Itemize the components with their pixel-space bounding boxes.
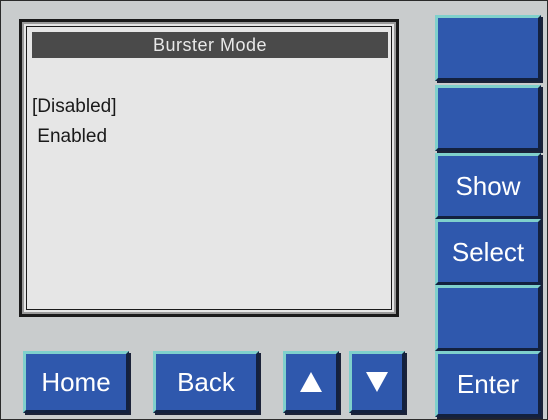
enter-button[interactable]: Enter — [435, 351, 541, 417]
up-button[interactable] — [283, 351, 339, 413]
lcd-screen: Burster Mode [Disabled] Enabled — [19, 19, 399, 317]
menu-option-enabled[interactable]: Enabled — [32, 126, 107, 148]
home-button-label: Home — [41, 366, 111, 397]
select-button-label: Select — [451, 236, 525, 267]
up-arrow-icon — [300, 372, 322, 392]
soft-key-2[interactable] — [435, 85, 541, 151]
back-button[interactable]: Back — [153, 351, 259, 413]
back-button-label: Back — [177, 366, 235, 397]
soft-key-1[interactable] — [435, 15, 541, 81]
menu-option-disabled[interactable]: [Disabled] — [32, 96, 117, 118]
enter-button-label: Enter — [456, 368, 520, 399]
screen-title: Burster Mode — [32, 32, 388, 58]
show-button[interactable]: Show — [435, 153, 541, 219]
control-panel: Burster Mode [Disabled] Enabled Show Sel… — [0, 0, 548, 420]
show-button-label: Show — [455, 170, 521, 201]
down-button[interactable] — [349, 351, 405, 413]
home-button[interactable]: Home — [23, 351, 129, 413]
down-arrow-icon — [366, 372, 388, 392]
select-button[interactable]: Select — [435, 219, 541, 285]
soft-key-5[interactable] — [435, 285, 541, 351]
